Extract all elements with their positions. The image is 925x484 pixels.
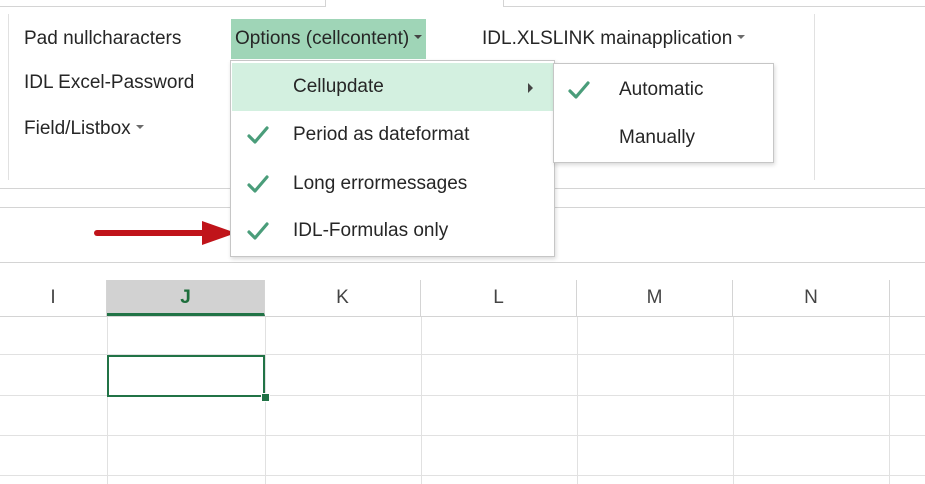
pad-nullcharacters-label: Pad nullcharacters (24, 28, 182, 49)
chevron-right-icon (528, 83, 533, 93)
idl-excel-password-label: IDL Excel-Password (24, 72, 195, 93)
active-cell[interactable] (107, 355, 265, 397)
ribbon-group-separator (8, 14, 9, 180)
idl-excel-password-button[interactable]: IDL Excel-Password (20, 63, 198, 103)
column-header-n[interactable]: N (733, 280, 890, 316)
caret-down-icon (414, 34, 423, 39)
check-icon (568, 81, 590, 99)
ribbon-tab-edge (325, 0, 326, 7)
idl-mainapplication-label: IDL.XLSLINK mainapplication (482, 28, 733, 49)
grid-column-line (107, 317, 108, 484)
check-icon (247, 126, 269, 144)
submenu-item-label: Automatic (619, 79, 704, 100)
grid-column-line (889, 317, 890, 484)
options-cellcontent-menu: Cellupdate Period as dateformat Long err… (230, 60, 555, 257)
arrow-right-icon (94, 221, 236, 245)
grid-column-line (421, 317, 422, 484)
menu-item-idl-formulas-only[interactable]: IDL-Formulas only (232, 207, 553, 255)
idl-mainapplication-dropdown[interactable]: IDL.XLSLINK mainapplication (478, 19, 749, 59)
field-listbox-dropdown[interactable]: Field/Listbox (20, 109, 148, 149)
column-header-k[interactable]: K (265, 280, 421, 316)
check-icon (247, 222, 269, 240)
submenu-item-automatic[interactable]: Automatic (555, 66, 772, 114)
column-header-j[interactable]: J (107, 280, 265, 316)
caret-down-icon (737, 34, 746, 39)
column-header-l[interactable]: L (421, 280, 577, 316)
field-listbox-label: Field/Listbox (24, 118, 131, 139)
grid-row-line (0, 435, 925, 436)
menu-item-label: Cellupdate (293, 76, 384, 97)
column-header-m[interactable]: M (577, 280, 733, 316)
excel-window: Pad nullcharacters Options (cellcontent)… (0, 0, 925, 484)
menu-item-label: Long errormessages (293, 173, 468, 194)
grid-column-line (733, 317, 734, 484)
ribbon-group-separator (814, 14, 815, 180)
options-cellcontent-label: Options (cellcontent) (235, 28, 410, 49)
menu-item-label: Period as dateformat (293, 124, 470, 145)
worksheet-grid[interactable] (0, 317, 925, 484)
caret-down-icon (135, 124, 144, 129)
pad-nullcharacters-button[interactable]: Pad nullcharacters (20, 19, 185, 59)
check-icon (247, 175, 269, 193)
submenu-item-manually[interactable]: Manually (555, 114, 772, 162)
menu-item-period-as-dateformat[interactable]: Period as dateformat (232, 111, 553, 159)
submenu-item-label: Manually (619, 127, 696, 148)
grid-column-line (577, 317, 578, 484)
column-header-i[interactable]: I (0, 280, 107, 316)
fill-handle[interactable] (261, 393, 270, 402)
menu-item-cellupdate[interactable]: Cellupdate (232, 63, 553, 111)
column-header-row: I J K L M N (0, 280, 925, 317)
menu-item-long-errormessages[interactable]: Long errormessages (232, 160, 553, 208)
options-cellcontent-dropdown[interactable]: Options (cellcontent) (231, 19, 427, 59)
menu-item-label: IDL-Formulas only (293, 220, 449, 241)
cellupdate-submenu: Automatic Manually (553, 63, 774, 163)
grid-row-line (0, 475, 925, 476)
